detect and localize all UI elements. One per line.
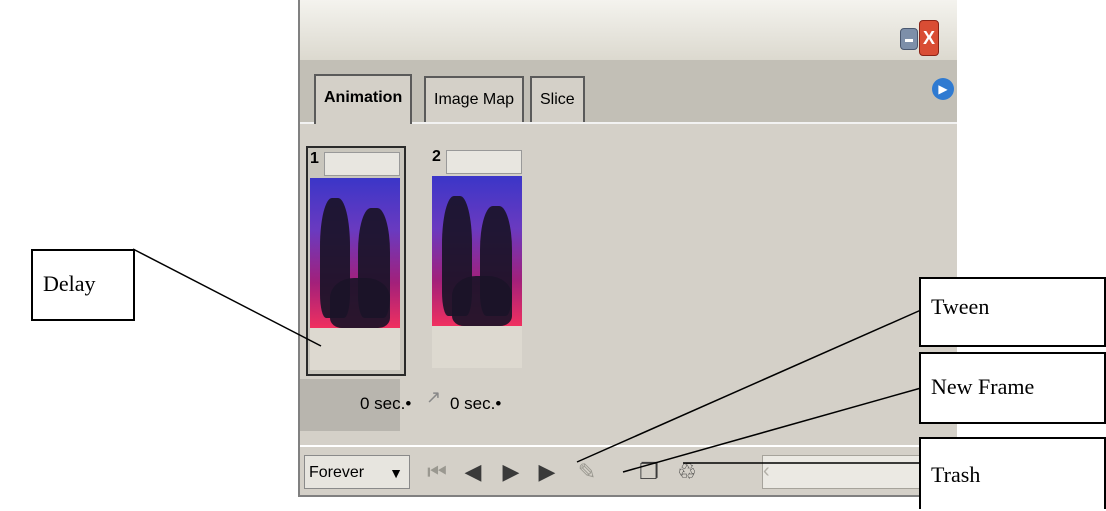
callout-new-frame: New Frame <box>919 352 1106 424</box>
callout-delay: Delay <box>31 249 135 321</box>
callout-lines <box>132 248 922 473</box>
callout-tween: Tween <box>919 277 1106 347</box>
tab-animation[interactable]: Animation <box>314 74 413 124</box>
callout-trash: Trash <box>919 437 1106 509</box>
